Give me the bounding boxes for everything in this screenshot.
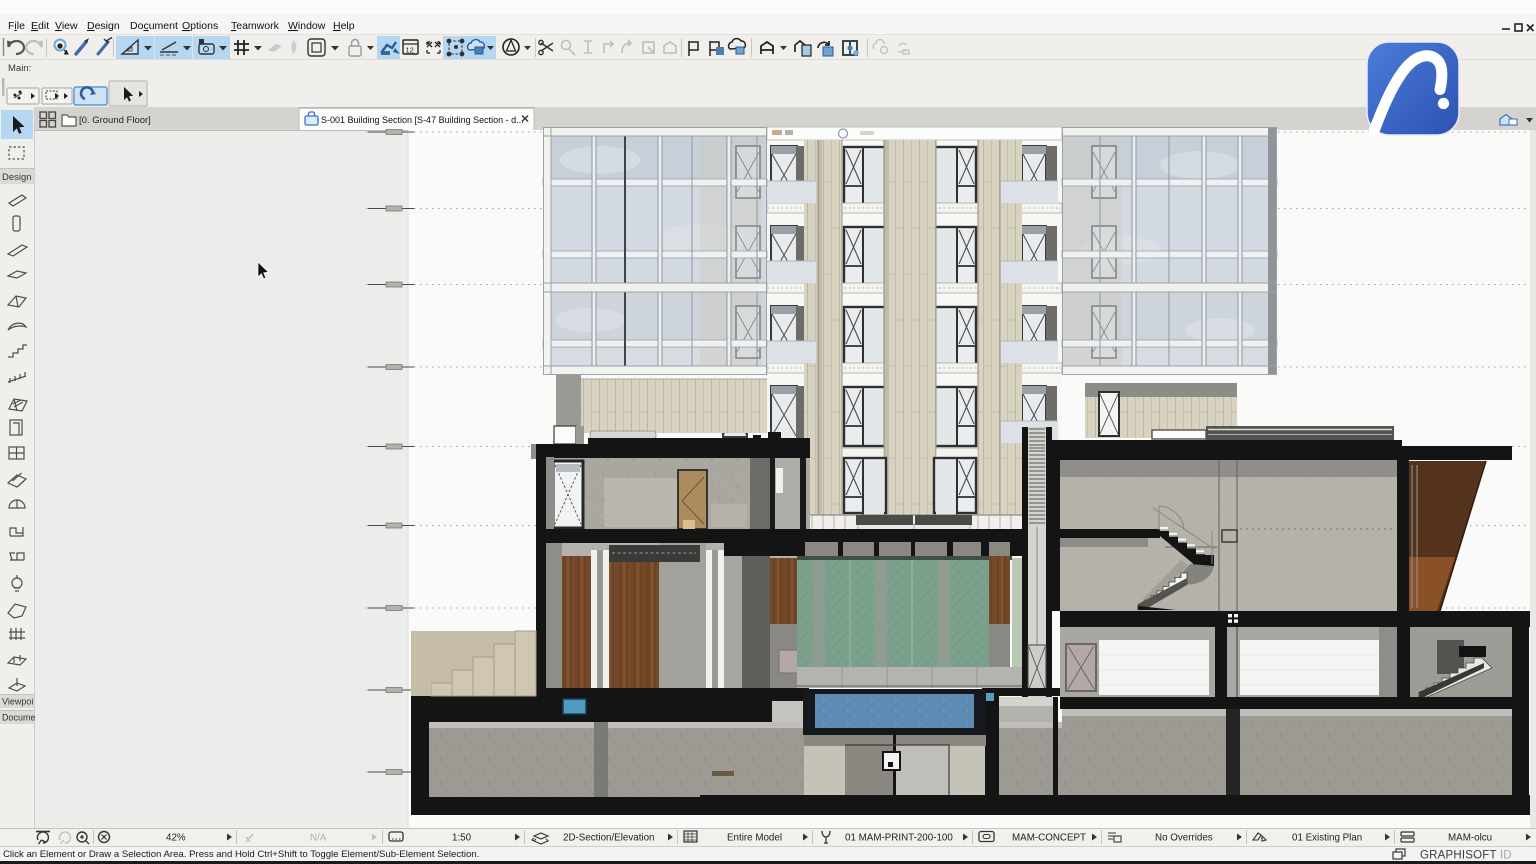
svg-text:Window: Window: [288, 20, 326, 32]
svg-text:Viewpoi: Viewpoi: [2, 697, 33, 707]
svg-text:01 Existing Plan: 01 Existing Plan: [1292, 833, 1362, 844]
svg-text:Teamwork: Teamwork: [231, 20, 280, 32]
svg-text:View: View: [55, 20, 78, 32]
svg-text:Help: Help: [333, 20, 355, 32]
svg-text:Docume: Docume: [2, 713, 36, 723]
svg-text:N/A: N/A: [310, 833, 327, 844]
svg-text:Design: Design: [87, 20, 120, 32]
svg-text:MAM-olcu: MAM-olcu: [1448, 833, 1492, 844]
svg-text:Options: Options: [182, 20, 218, 32]
svg-text:01 MAM-PRINT-200-100: 01 MAM-PRINT-200-100: [845, 833, 953, 844]
svg-text:S-001 Building Section [S-47 B: S-001 Building Section [S-47 Building Se…: [321, 115, 524, 125]
svg-text:ID: ID: [1500, 850, 1512, 862]
svg-text:42%: 42%: [166, 833, 186, 844]
svg-text:Click an Element or Draw a Sel: Click an Element or Draw a Selection Are…: [3, 849, 479, 860]
svg-text:Entire Model: Entire Model: [727, 833, 782, 844]
svg-text:Design: Design: [2, 172, 32, 183]
svg-text:Document: Document: [130, 20, 178, 32]
svg-text:12: 12: [406, 46, 414, 55]
svg-text:Edit: Edit: [31, 20, 49, 32]
svg-text:GRAPHISOFT: GRAPHISOFT: [1420, 850, 1497, 862]
svg-text:No Overrides: No Overrides: [1155, 833, 1213, 844]
svg-text:2D-Section/Elevation: 2D-Section/Elevation: [563, 833, 655, 844]
svg-text:Main:: Main:: [8, 63, 31, 74]
svg-text:File: File: [8, 20, 25, 32]
svg-text:1:50: 1:50: [452, 833, 472, 844]
svg-text:MAM-CONCEPT: MAM-CONCEPT: [1012, 833, 1086, 844]
svg-text:[0. Ground Floor]: [0. Ground Floor]: [79, 115, 151, 126]
